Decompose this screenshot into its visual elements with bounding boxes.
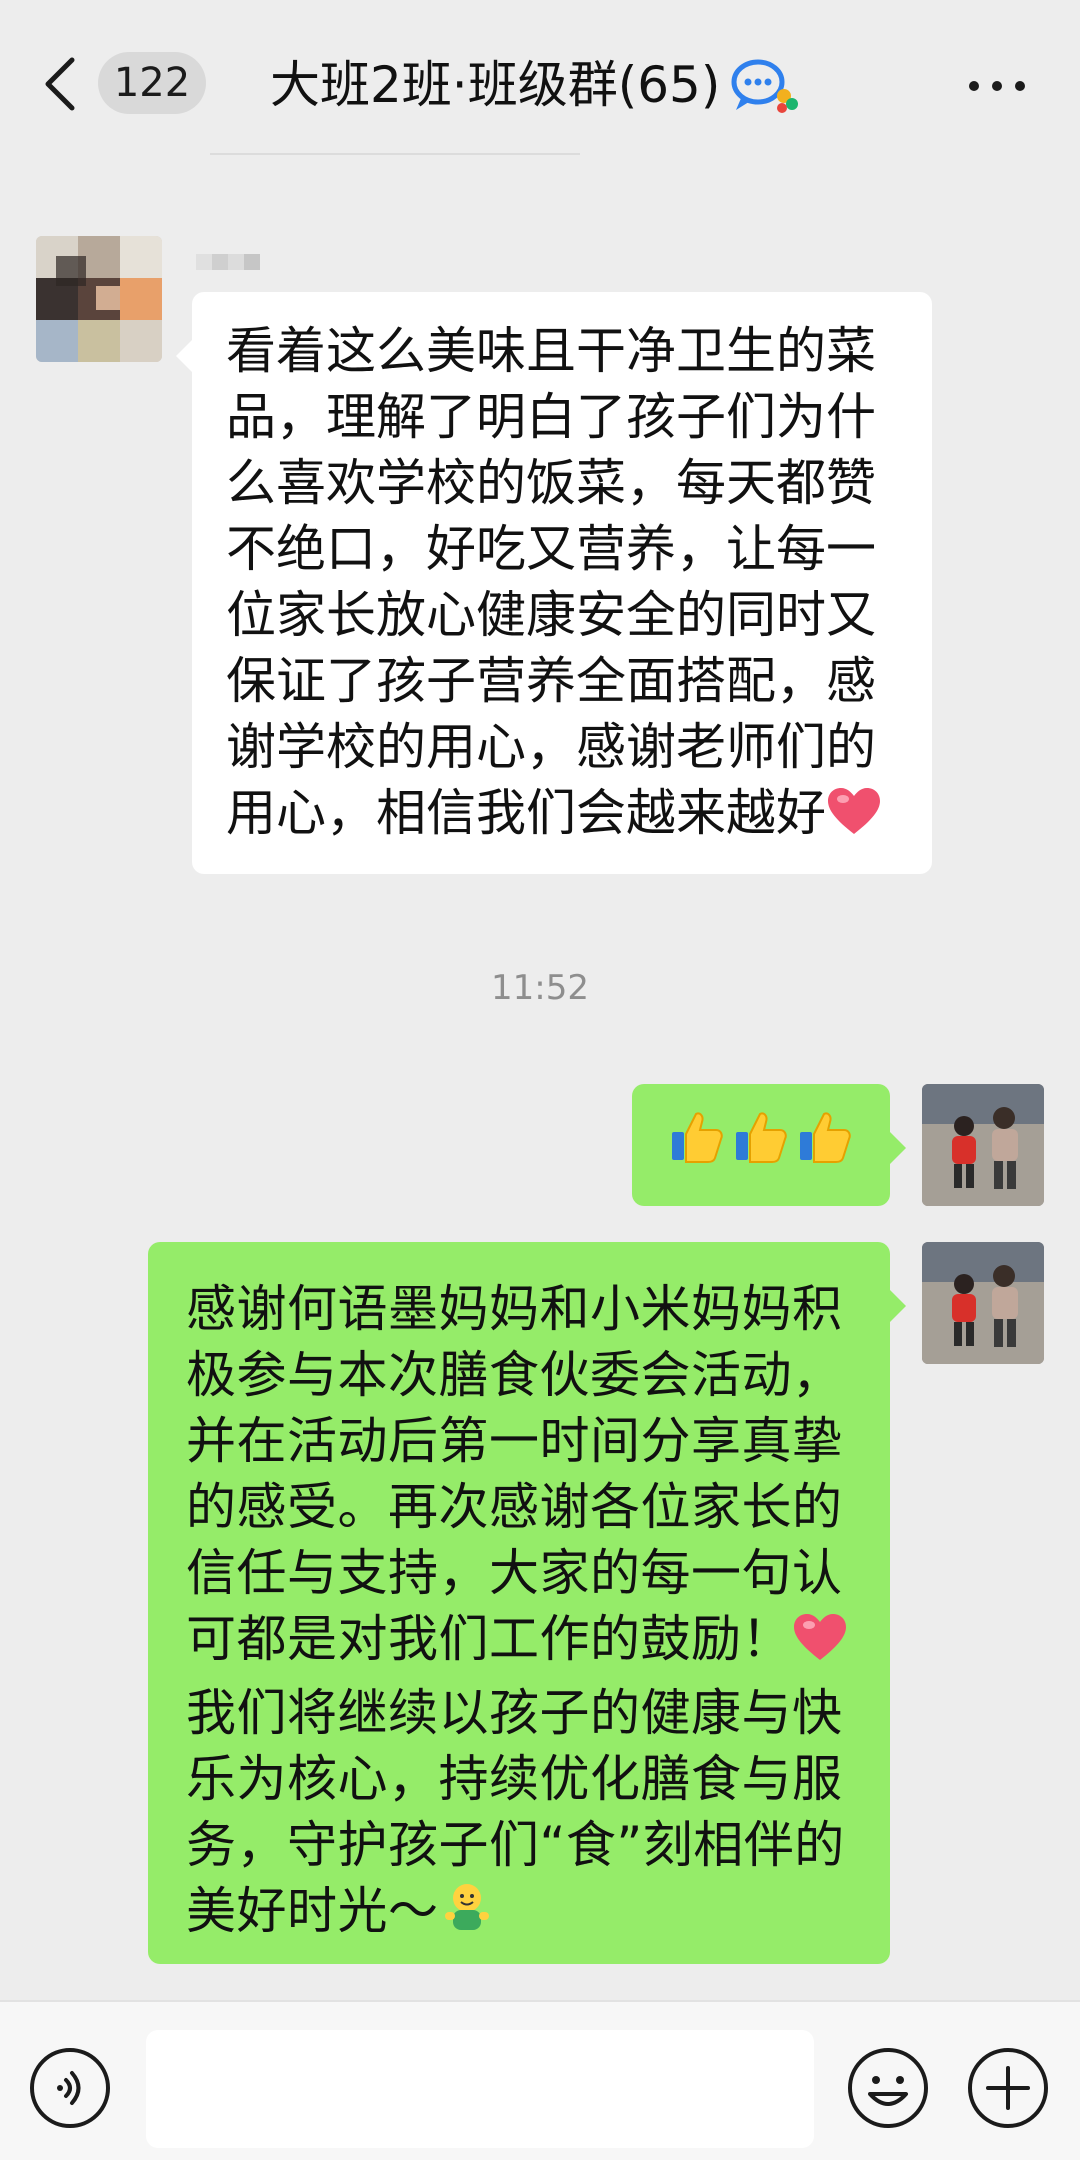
more-dots-icon (969, 81, 1025, 91)
voice-icon (30, 2048, 110, 2128)
sender-name-blurred (196, 252, 268, 274)
sender-avatar[interactable] (36, 236, 162, 362)
thumbs-up-emoji (668, 1108, 726, 1182)
heart-emoji (826, 786, 882, 854)
group-chat-icon (728, 56, 800, 116)
header-divider (210, 153, 580, 155)
smiling-figure-emoji (439, 1880, 495, 1952)
thumbs-up-emoji (796, 1108, 854, 1182)
chat-title: 大班2班·班级群(65) (270, 56, 721, 114)
children-photo-avatar (922, 1084, 1044, 1206)
self-avatar[interactable] (922, 1242, 1044, 1364)
voice-input-button[interactable] (28, 2046, 112, 2130)
message-text-part1: 感谢何语墨妈妈和小米妈妈积极参与本次膳食伙委会活动，并在活动后第一时间分享真挚的… (186, 1280, 843, 1668)
blurred-avatar-icon (36, 236, 162, 362)
emoji-icon (848, 2048, 928, 2128)
message-text-part2: 我们将继续以孩子的健康与快乐为核心，持续优化膳食与服务，守护孩子们“食”刻相伴的… (186, 1684, 845, 1940)
back-button[interactable] (38, 50, 98, 118)
outgoing-emoji-bubble[interactable] (632, 1084, 906, 1206)
self-avatar[interactable] (922, 1084, 1044, 1206)
thumbs-up-emoji (732, 1108, 790, 1182)
emoji-button[interactable] (846, 2046, 930, 2130)
more-options-button[interactable] (962, 56, 1032, 116)
chat-header: 122 大班2班·班级群(65) (0, 0, 1080, 160)
heart-emoji (792, 1612, 848, 1680)
add-attachment-button[interactable] (966, 2046, 1050, 2130)
input-bar (0, 2000, 1080, 2160)
plus-icon (968, 2048, 1048, 2128)
message-text: 看着这么美味且干净卫生的菜品，理解了明白了孩子们为什么喜欢学校的饭菜，每天都赞不… (226, 322, 876, 842)
chevron-left-icon (45, 57, 75, 111)
message-input[interactable] (146, 2030, 814, 2148)
children-photo-avatar (922, 1242, 1044, 1364)
incoming-message-bubble[interactable]: 看着这么美味且干净卫生的菜品，理解了明白了孩子们为什么喜欢学校的饭菜，每天都赞不… (176, 292, 932, 874)
message-timestamp: 11:52 (491, 968, 589, 1008)
unread-count-badge[interactable]: 122 (98, 52, 206, 114)
outgoing-message-bubble[interactable]: 感谢何语墨妈妈和小米妈妈积极参与本次膳食伙委会活动，并在活动后第一时间分享真挚的… (148, 1242, 906, 1964)
